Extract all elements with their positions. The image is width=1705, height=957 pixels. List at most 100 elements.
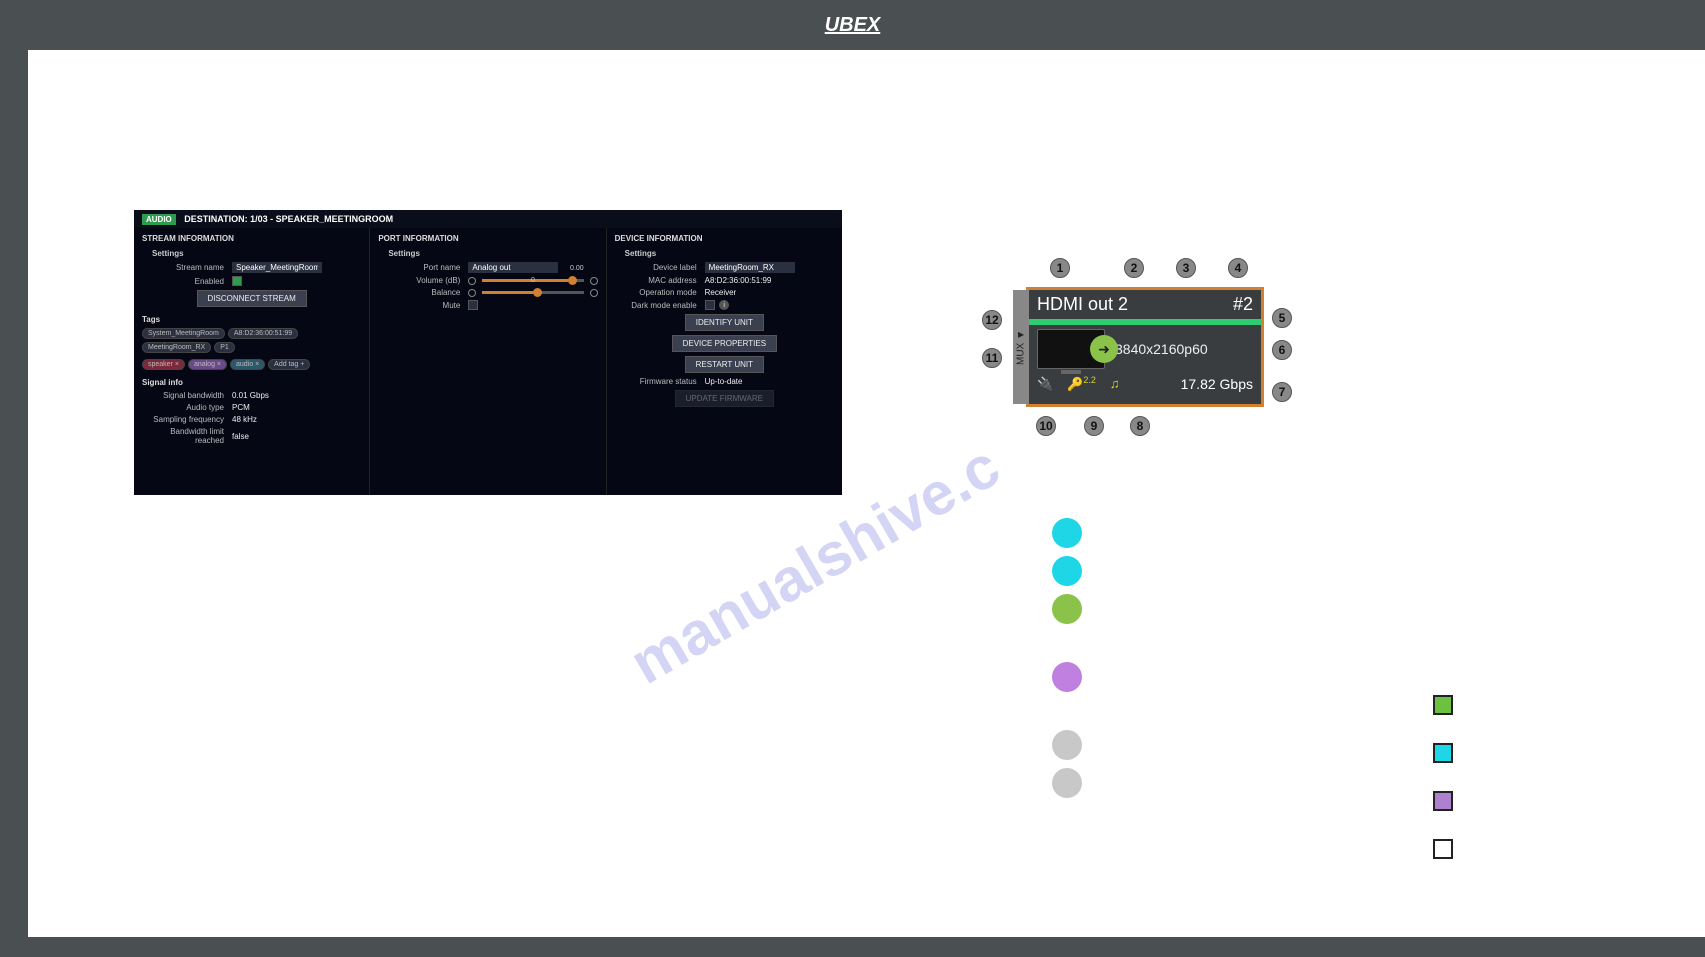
callout-1: 1 <box>1050 258 1070 278</box>
connected-icon: ➜ <box>1090 335 1118 363</box>
stream-settings: Settings <box>152 249 361 258</box>
monitor-icon: ➜ <box>1037 329 1105 369</box>
vol-min[interactable] <box>468 277 476 285</box>
port-col: PORT INFORMATION Settings Port name Volu… <box>370 228 606 495</box>
legend-green <box>1433 695 1453 715</box>
status-dots <box>1052 518 1082 798</box>
tag-audio[interactable]: audio × <box>230 359 265 370</box>
bal-max[interactable] <box>590 289 598 297</box>
tile-resolution: 3840x2160p60 <box>1115 341 1208 357</box>
callout-4: 4 <box>1228 258 1248 278</box>
device-settings: Settings <box>625 249 834 258</box>
legend-white <box>1433 839 1453 859</box>
device-props-button[interactable]: DEVICE PROPERTIES <box>672 335 777 352</box>
dark-checkbox[interactable] <box>705 300 715 310</box>
callout-11: 11 <box>982 348 1002 368</box>
callout-6: 6 <box>1272 340 1292 360</box>
dark-lbl: Dark mode enable <box>615 301 705 310</box>
legend <box>1433 695 1453 859</box>
callout-2: 2 <box>1124 258 1144 278</box>
tags-row-1: System_MeetingRoom A8:D2:36:00:51:99 Mee… <box>142 328 361 353</box>
dot-cyan-1 <box>1052 518 1082 548</box>
device-label-input[interactable] <box>705 262 795 273</box>
identify-button[interactable]: IDENTIFY UNIT <box>685 314 764 331</box>
add-tag[interactable]: Add tag + <box>268 359 310 370</box>
dot-green <box>1052 594 1082 624</box>
hdcp-icon: 🔑2.2 <box>1067 375 1096 392</box>
vol-val: 0.00 <box>570 265 584 272</box>
device-col: DEVICE INFORMATION Settings Device label… <box>607 228 842 495</box>
power-icon: 🔌 <box>1037 376 1053 392</box>
destination-panel: AUDIO DESTINATION: 1/03 - SPEAKER_MEETIN… <box>134 210 842 495</box>
fw-lbl: Firmware status <box>615 377 705 386</box>
callout-9: 9 <box>1084 416 1104 436</box>
callout-3: 3 <box>1176 258 1196 278</box>
stream-name-input[interactable] <box>232 262 322 273</box>
restart-button[interactable]: RESTART UNIT <box>685 356 764 373</box>
tile-number: #2 <box>1233 294 1253 315</box>
bw-lbl: Signal bandwidth <box>142 391 232 400</box>
callout-5: 5 <box>1272 308 1292 328</box>
dot-purple <box>1052 662 1082 692</box>
freq-val: 48 kHz <box>232 415 361 424</box>
blim-val: false <box>232 432 361 441</box>
tile-bandwidth: 17.82 Gbps <box>1181 376 1253 392</box>
disconnect-button[interactable]: DISCONNECT STREAM <box>197 290 307 307</box>
bal-val: 0 <box>531 277 535 284</box>
tag[interactable]: P1 <box>214 342 235 353</box>
dot-grey-1 <box>1052 730 1082 760</box>
freq-lbl: Sampling frequency <box>142 415 232 424</box>
op-lbl: Operation mode <box>615 288 705 297</box>
port-settings: Settings <box>388 249 597 258</box>
dot-grey-2 <box>1052 768 1082 798</box>
tile-name: HDMI out 2 <box>1037 294 1128 315</box>
atype-val: PCM <box>232 403 361 412</box>
stream-col: STREAM INFORMATION Settings Stream name … <box>134 228 370 495</box>
atype-lbl: Audio type <box>142 403 232 412</box>
hdcp-ver: 2.2 <box>1083 375 1096 385</box>
audio-icon: ♫ <box>1110 376 1120 391</box>
legend-cyan <box>1433 743 1453 763</box>
fw-val: Up-to-date <box>705 377 834 386</box>
tags-row-2: speaker × analog × audio × Add tag + <box>142 359 361 370</box>
mute-checkbox[interactable] <box>468 300 478 310</box>
mute-lbl: Mute <box>378 301 468 310</box>
mux-tab[interactable]: MUX ◄ <box>1013 290 1029 404</box>
tag[interactable]: A8:D2:36:00:51:99 <box>228 328 298 339</box>
blim-lbl: Bandwidth limit reached <box>142 427 232 445</box>
bw-val: 0.01 Gbps <box>232 391 361 400</box>
dlabel-lbl: Device label <box>615 263 705 272</box>
stream-head: STREAM INFORMATION <box>142 234 361 243</box>
vol-lbl: Volume (dB) <box>378 276 468 285</box>
tag-speaker[interactable]: speaker × <box>142 359 185 370</box>
tag[interactable]: MeetingRoom_RX <box>142 342 211 353</box>
dot-cyan-2 <box>1052 556 1082 586</box>
bal-lbl: Balance <box>378 288 468 297</box>
port-head: PORT INFORMATION <box>378 234 597 243</box>
tag-analog[interactable]: analog × <box>188 359 227 370</box>
callout-12: 12 <box>982 310 1002 330</box>
op-val: Receiver <box>705 288 834 297</box>
callout-7: 7 <box>1272 382 1292 402</box>
vol-max[interactable] <box>590 277 598 285</box>
callout-8: 8 <box>1130 416 1150 436</box>
enabled-checkbox[interactable] <box>232 276 242 286</box>
update-fw-button[interactable]: UPDATE FIRMWARE <box>675 390 774 407</box>
panel-header: AUDIO DESTINATION: 1/03 - SPEAKER_MEETIN… <box>134 210 842 228</box>
mac-val: A8:D2:36:00:51:99 <box>705 276 834 285</box>
logo: UBEX <box>825 14 881 37</box>
pname-lbl: Port name <box>378 263 468 272</box>
port-tile[interactable]: MUX ◄ HDMI out 2 #2 ➜ 3840x2160p60 🔌 🔑2.… <box>1026 287 1264 407</box>
port-name-input[interactable] <box>468 262 558 273</box>
panel-title: DESTINATION: 1/03 - SPEAKER_MEETINGROOM <box>184 214 393 224</box>
stream-name-lbl: Stream name <box>142 263 232 272</box>
legend-purple <box>1433 791 1453 811</box>
device-head: DEVICE INFORMATION <box>615 234 834 243</box>
audio-badge: AUDIO <box>142 214 176 225</box>
bal-slider[interactable]: 0 <box>482 291 583 294</box>
signal-info-head: Signal info <box>142 378 361 387</box>
bal-min[interactable] <box>468 289 476 297</box>
info-icon[interactable]: i <box>719 300 729 310</box>
tag[interactable]: System_MeetingRoom <box>142 328 225 339</box>
mac-lbl: MAC address <box>615 276 705 285</box>
